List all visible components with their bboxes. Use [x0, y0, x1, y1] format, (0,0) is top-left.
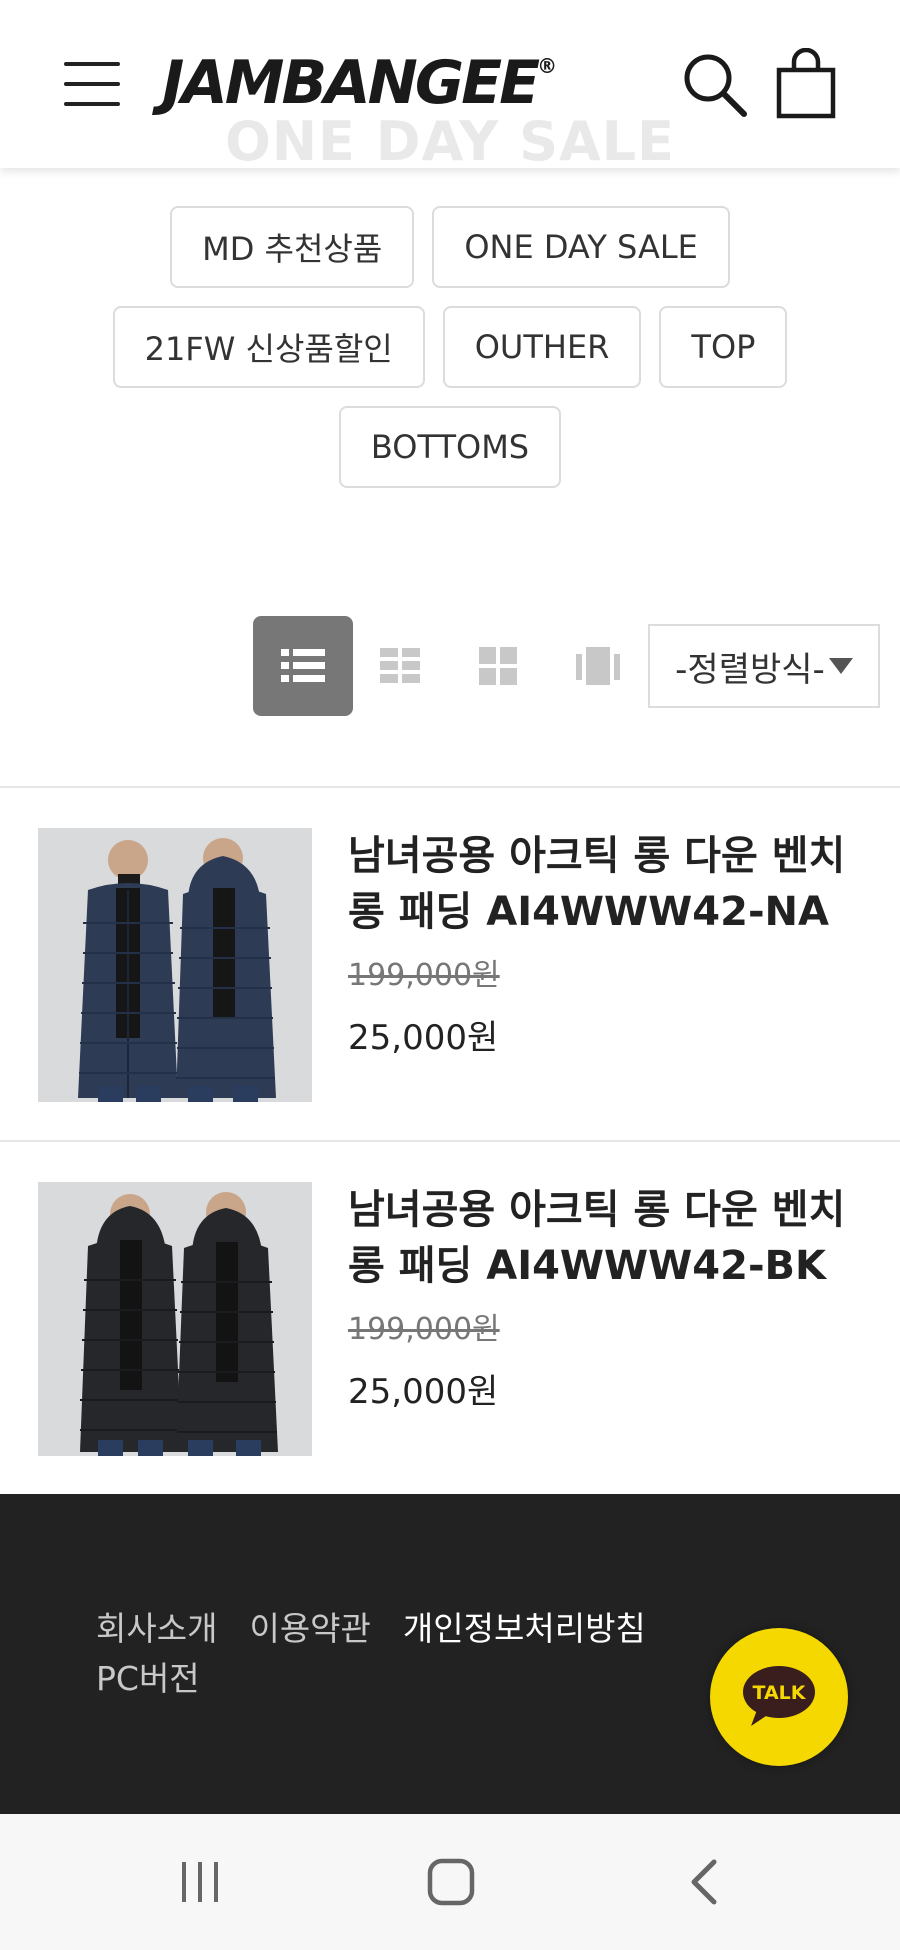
recent-apps-icon[interactable]: [160, 1842, 240, 1922]
footer-link-company[interactable]: 회사소개: [96, 1609, 217, 1648]
category-21fw-new[interactable]: 21FW 신상품할인: [112, 306, 425, 388]
product-name[interactable]: 남녀공용 아크틱 롱 다운 벤치 롱 패딩 AI4WWW42-BK: [348, 1182, 868, 1294]
footer-link-pc-version[interactable]: PC버전: [96, 1659, 200, 1698]
original-price: 199,000원: [348, 1312, 500, 1347]
caret-down-icon: [828, 658, 853, 674]
talk-label: TALK: [752, 1682, 806, 1704]
footer-link-terms[interactable]: 이용약관: [249, 1609, 370, 1648]
product-image[interactable]: [38, 1182, 312, 1456]
category-bottoms[interactable]: BOTTOMS: [338, 406, 562, 488]
category-outher[interactable]: OUTHER: [442, 306, 642, 388]
home-icon[interactable]: [411, 1842, 491, 1922]
product-name[interactable]: 남녀공용 아크틱 롱 다운 벤치 롱 패딩 AI4WWW42-NA: [348, 828, 868, 940]
system-navigation-bar: [0, 1814, 900, 1950]
category-row: 21FW 신상품할인 OUTHER TOP: [0, 306, 900, 388]
page-title-ghost: ONE DAY SALE: [224, 110, 676, 166]
product-image[interactable]: [38, 828, 312, 1102]
category-one-day-sale[interactable]: ONE DAY SALE: [432, 206, 730, 288]
category-row: MD 추천상품 ONE DAY SALE: [0, 206, 900, 288]
view-toolbar: -정렬방식-: [0, 616, 900, 716]
gallery-icon[interactable]: [548, 616, 648, 716]
product-item[interactable]: 남녀공용 아크틱 롱 다운 벤치 롱 패딩 AI4WWW42-BK 199,00…: [0, 1142, 900, 1494]
sale-price: 25,000원: [348, 1018, 499, 1058]
registered-mark: ®: [537, 54, 558, 78]
grid-2-icon[interactable]: [350, 616, 450, 716]
list-view-icon[interactable]: [253, 616, 353, 716]
grid-4-icon[interactable]: [448, 616, 548, 716]
category-chips: MD 추천상품 ONE DAY SALE 21FW 신상품할인 OUTHER T…: [0, 206, 900, 506]
back-icon[interactable]: [664, 1842, 744, 1922]
category-row: BOTTOMS: [0, 406, 900, 488]
chat-bubble-icon: TALK: [743, 1666, 815, 1726]
logo-text: JAMBANGEE: [162, 48, 540, 118]
footer-links: 회사소개 이용약관 개인정보처리방침 PC버전: [96, 1604, 716, 1704]
hamburger-menu-icon[interactable]: [64, 58, 122, 108]
sort-dropdown[interactable]: -정렬방식-: [648, 624, 880, 708]
original-price: 199,000원: [348, 958, 500, 993]
sale-price: 25,000원: [348, 1372, 499, 1412]
sort-label: -정렬방식-: [675, 649, 825, 690]
product-item[interactable]: 남녀공용 아크틱 롱 다운 벤치 롱 패딩 AI4WWW42-NA 199,00…: [0, 788, 900, 1140]
category-top[interactable]: TOP: [659, 306, 788, 388]
footer-link-privacy[interactable]: 개인정보처리방침: [403, 1609, 646, 1648]
site-logo[interactable]: JAMBANGEE®: [162, 48, 557, 118]
category-md-recommended[interactable]: MD 추천상품: [170, 206, 415, 288]
kakao-talk-button[interactable]: TALK: [710, 1628, 848, 1766]
